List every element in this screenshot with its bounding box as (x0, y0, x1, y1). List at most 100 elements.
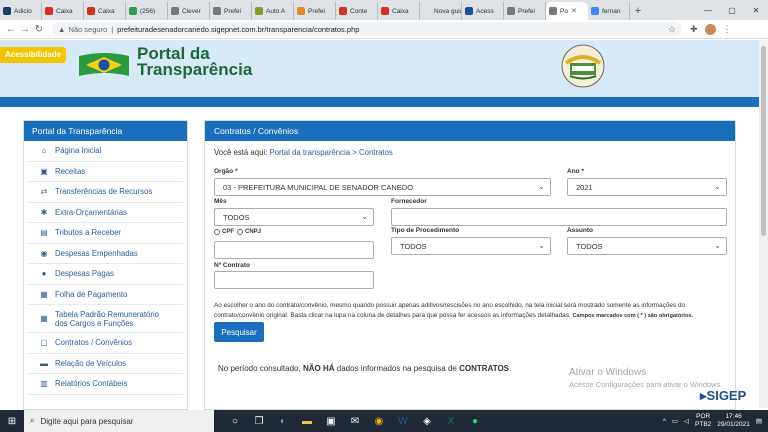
browser-tab[interactable]: Nova guia (420, 2, 462, 20)
tab-favicon-icon (423, 7, 431, 15)
profile-avatar[interactable] (704, 23, 716, 35)
tipo-select[interactable]: TODOS ⌄ (391, 237, 551, 255)
forward-icon[interactable]: → (18, 24, 32, 35)
assunto-label: Assunto (567, 227, 593, 234)
sidebar-item[interactable]: ⇄ Transferências de Recursos (28, 182, 183, 203)
browser-tab[interactable]: Auto A (252, 2, 294, 20)
transfer-icon: ⇄ (40, 187, 48, 197)
ano-select[interactable]: 2021 ⌄ (567, 178, 727, 196)
sidebar-item[interactable]: ● Despesas Pagas (28, 264, 183, 285)
windows-start-icon[interactable]: ⊞ (0, 410, 24, 432)
browser-tab[interactable]: Po ✕ (546, 2, 588, 20)
sidebar-item[interactable]: ▬ Relação de Veículos (28, 354, 183, 374)
money-icon: ▣ (40, 166, 48, 176)
clock[interactable]: 17:46 29/01/2021 (717, 413, 750, 429)
maximize-icon[interactable]: ▢ (720, 0, 744, 20)
cortana-icon[interactable]: ○ (224, 410, 246, 432)
word-icon[interactable]: W (392, 410, 414, 432)
network-icon[interactable]: ▭ (672, 417, 678, 425)
cnpj-radio[interactable]: CNPJ (237, 229, 261, 235)
store-icon[interactable]: ▣ (320, 410, 342, 432)
accessibility-button[interactable]: Acessibilidade (0, 47, 67, 63)
search-button[interactable]: Pesquisar (214, 322, 264, 342)
coins-icon: ◉ (40, 248, 48, 258)
browser-toolbar: ← → ↻ ▲ Não seguro | prefeituradesenador… (0, 20, 768, 39)
chevron-down-icon: ⌄ (538, 241, 545, 250)
chevron-up-icon[interactable]: ^ (663, 418, 666, 425)
result-message: No período consultado, NÃO HÁ dados info… (218, 364, 512, 373)
browser-tab[interactable]: Adicio (0, 2, 42, 20)
browser-tab[interactable]: Prefei (504, 2, 546, 20)
id-card-icon: ▦ (40, 289, 48, 299)
browser-tab[interactable]: Conte (336, 2, 378, 20)
tab-favicon-icon (171, 7, 179, 15)
tab-favicon-icon (255, 7, 263, 15)
file-explorer-icon[interactable]: ▬ (296, 410, 318, 432)
scrollbar-thumb[interactable] (761, 46, 766, 236)
task-view-icon[interactable]: ❐ (248, 410, 270, 432)
search-icon: ⌕ (30, 416, 35, 425)
browser-tab[interactable]: Caixa (42, 2, 84, 20)
sidebar-item[interactable]: ⌂ Página Inicial (28, 141, 183, 162)
mes-select[interactable]: TODOS ⌄ (214, 208, 374, 226)
contrato-input[interactable] (214, 271, 374, 289)
sidebar-item[interactable]: ▢ Contratos / Convênios (28, 333, 183, 354)
tab-favicon-icon (213, 7, 221, 15)
paid-icon: ● (41, 269, 47, 279)
volume-icon[interactable]: ◁ (684, 417, 689, 425)
back-icon[interactable]: ← (4, 24, 18, 35)
tab-favicon-icon (549, 7, 557, 15)
mail-icon[interactable]: ✉ (344, 410, 366, 432)
whatsapp-icon[interactable]: ● (464, 410, 486, 432)
window-controls: — ▢ ✕ (696, 0, 768, 20)
close-icon[interactable]: ✕ (744, 0, 768, 20)
sidebar-item[interactable]: ▥ Relatórios Contábeis (28, 374, 183, 395)
breadcrumb-link[interactable]: Portal da transparência > Contratos (270, 148, 393, 157)
orgao-select[interactable]: 03 - PREFEITURA MUNICIPAL DE SENADOR CAN… (214, 178, 551, 196)
bookmark-star-icon[interactable]: ☆ (668, 24, 676, 35)
assunto-select[interactable]: TODOS ⌄ (567, 237, 727, 255)
menu-icon[interactable]: ⋮ (723, 24, 732, 35)
reload-icon[interactable]: ↻ (32, 24, 46, 35)
orgao-label: Orgão * (214, 168, 238, 175)
sidebar-item[interactable]: ▣ Receitas (28, 162, 183, 182)
sidebar-item[interactable]: ▦ Tabela Padrão Remuneratório dos Cargos … (28, 305, 183, 333)
browser-tab[interactable]: Acess (462, 2, 504, 20)
fornecedor-input[interactable] (391, 208, 727, 226)
tab-favicon-icon (381, 7, 389, 15)
excel-icon[interactable]: X (440, 410, 462, 432)
extensions-icon[interactable]: ✚ (690, 24, 698, 35)
report-icon: ▥ (40, 379, 48, 389)
chevron-down-icon: ⌄ (538, 182, 545, 191)
address-bar[interactable]: ▲ Não seguro | prefeituradesenadorcanedo… (52, 22, 682, 36)
browser-tab[interactable]: Prefei (210, 2, 252, 20)
minimize-icon[interactable]: — (696, 0, 720, 20)
tab-close-icon[interactable]: ✕ (571, 7, 577, 15)
taskbar-search[interactable]: ⌕ Digite aqui para pesquisar (24, 410, 214, 432)
sigep-logo: ▸SIGEP (700, 388, 747, 403)
browser-tab[interactable]: Prefei (294, 2, 336, 20)
contract-icon: ▢ (40, 338, 48, 348)
cpf-cnpj-input[interactable] (214, 241, 374, 259)
new-tab-button[interactable]: + (630, 2, 646, 20)
sidebar-item[interactable]: ▦ Folha de Pagamento (28, 285, 183, 305)
browser-tab[interactable]: Clever (168, 2, 210, 20)
tab-favicon-icon (45, 7, 53, 15)
system-tray: ^ ▭ ◁ POR PTB2 17:46 29/01/2021 ▤ (663, 413, 768, 429)
edge-icon[interactable]: ◐ (272, 410, 294, 432)
notification-icon[interactable]: ▤ (756, 417, 762, 425)
browser-tab[interactable]: fernan (588, 2, 630, 20)
browser-tab[interactable]: Caixa (84, 2, 126, 20)
table-icon: ▦ (40, 314, 48, 323)
sidebar-item[interactable]: ◉ Despesas Empenhadas (28, 244, 183, 264)
sidebar-item[interactable]: ▤ Tributos a Receber (28, 223, 183, 244)
portal-logo-title: Portal da Transparência (137, 44, 253, 79)
cpf-radio[interactable]: CPF (214, 229, 234, 235)
chrome-icon[interactable]: ◉ (368, 410, 390, 432)
browser-tab[interactable]: (256) (126, 2, 168, 20)
app-icon[interactable]: ◈ (416, 410, 438, 432)
language-indicator[interactable]: POR PTB2 (695, 413, 711, 429)
sidebar-item[interactable]: ✱ Extra-Orçamentárias (28, 203, 183, 223)
chevron-down-icon: ⌄ (361, 212, 368, 221)
browser-tab[interactable]: Caixa (378, 2, 420, 20)
